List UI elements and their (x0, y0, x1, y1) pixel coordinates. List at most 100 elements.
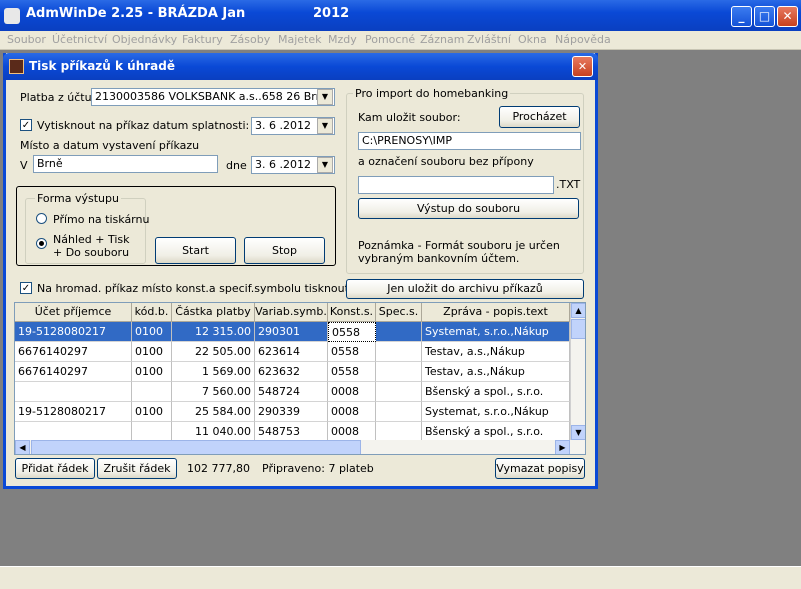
cell-ucet[interactable]: 19-5128080217 (15, 322, 132, 342)
cell-variab[interactable]: 548724 (255, 382, 328, 402)
cell-spec[interactable] (376, 362, 422, 382)
vytisknout-checkbox[interactable]: ✓ (20, 119, 32, 131)
minimize-icon[interactable]: _ (731, 6, 752, 27)
cell-castka[interactable]: 22 505.00 (172, 342, 255, 362)
menu-napoveda[interactable]: Nápověda (555, 33, 611, 46)
cell-konst[interactable]: 0558 (328, 322, 376, 342)
cell-kod[interactable]: 0100 (132, 362, 172, 382)
cell-variab[interactable]: 290339 (255, 402, 328, 422)
table-row[interactable]: 6676140297 0100 1 569.00 623632 0558 Tes… (15, 362, 570, 382)
menu-zvlastni[interactable]: Zvláštní (467, 33, 511, 46)
scroll-up-icon[interactable]: ▲ (571, 303, 585, 318)
archiv-button[interactable]: Jen uložit do archivu příkazů (346, 279, 584, 299)
cell-kod[interactable]: 0100 (132, 342, 172, 362)
menu-okna[interactable]: Okna (518, 33, 547, 46)
misto-label: Místo a datum vystavení příkazu (20, 139, 200, 152)
forma-title: Forma výstupu (35, 192, 121, 205)
hromad-checkbox[interactable]: ✓ (20, 282, 32, 294)
chevron-down-icon[interactable]: ▼ (317, 118, 333, 134)
menu-zaznam[interactable]: Záznam (420, 33, 464, 46)
path-input[interactable]: C:\PRENOSY\IMP (358, 132, 581, 150)
cell-spec[interactable] (376, 422, 422, 442)
cell-castka[interactable]: 25 584.00 (172, 402, 255, 422)
col-header-kod[interactable]: kód.b. (132, 303, 172, 322)
start-button[interactable]: Start (155, 237, 236, 264)
cell-zprava[interactable]: Bšenský a spol., s.r.o. (422, 422, 570, 442)
scroll-down-icon[interactable]: ▼ (571, 425, 585, 440)
cell-ucet[interactable]: 6676140297 (15, 362, 132, 382)
hscroll-thumb[interactable] (31, 440, 361, 454)
cell-konst[interactable]: 0558 (328, 342, 376, 362)
menu-faktury[interactable]: Faktury (182, 33, 223, 46)
col-header-castka[interactable]: Částka platby (172, 303, 255, 322)
col-header-konst[interactable]: Konst.s. (328, 303, 376, 322)
platba-account-select[interactable]: 2130003586 VOLKSBANK a.s..658 26 Brno (91, 88, 335, 106)
cell-spec[interactable] (376, 342, 422, 362)
cell-variab[interactable]: 290301 (255, 322, 328, 342)
cell-spec[interactable] (376, 402, 422, 422)
cell-castka[interactable]: 1 569.00 (172, 362, 255, 382)
stop-button[interactable]: Stop (244, 237, 325, 264)
cell-zprava[interactable]: Systemat, s.r.o.,Nákup (422, 322, 570, 342)
col-header-spec[interactable]: Spec.s. (376, 303, 422, 322)
scroll-left-icon[interactable]: ◀ (15, 440, 30, 454)
menu-pomocne[interactable]: Pomocné (365, 33, 415, 46)
cell-konst[interactable]: 0008 (328, 382, 376, 402)
close-icon[interactable]: ✕ (777, 6, 798, 27)
cell-ucet[interactable]: 19-5128080217 (15, 402, 132, 422)
radio-tiskarna[interactable] (36, 213, 47, 224)
dialog-close-icon[interactable]: ✕ (572, 56, 593, 77)
cell-zprava[interactable]: Systemat, s.r.o.,Nákup (422, 402, 570, 422)
cell-variab[interactable]: 548753 (255, 422, 328, 442)
cell-kod[interactable]: 0100 (132, 322, 172, 342)
col-header-ucet[interactable]: Účet příjemce (15, 303, 132, 322)
cell-zprava[interactable]: Bšenský a spol., s.r.o. (422, 382, 570, 402)
scroll-thumb[interactable] (571, 319, 585, 339)
menu-mzdy[interactable]: Mzdy (328, 33, 357, 46)
maximize-icon[interactable]: □ (754, 6, 775, 27)
filename-input[interactable] (358, 176, 554, 194)
radio-nahled[interactable] (36, 238, 47, 249)
pridat-radek-button[interactable]: Přidat řádek (15, 458, 95, 479)
table-row[interactable]: 7 560.00 548724 0008 Bšenský a spol., s.… (15, 382, 570, 402)
chevron-down-icon[interactable]: ▼ (317, 157, 333, 173)
cell-variab[interactable]: 623614 (255, 342, 328, 362)
cell-castka[interactable]: 12 315.00 (172, 322, 255, 342)
menu-majetek[interactable]: Majetek (278, 33, 322, 46)
cell-kod[interactable]: 0100 (132, 402, 172, 422)
cell-castka[interactable]: 7 560.00 (172, 382, 255, 402)
menu-ucetnictvi[interactable]: Účetnictví (52, 33, 107, 46)
cell-castka[interactable]: 11 040.00 (172, 422, 255, 442)
vymazat-popisy-button[interactable]: Vymazat popisy (495, 458, 585, 479)
table-row[interactable]: 11 040.00 548753 0008 Bšenský a spol., s… (15, 422, 570, 442)
scroll-right-icon[interactable]: ▶ (555, 440, 570, 454)
cell-konst[interactable]: 0008 (328, 402, 376, 422)
horizontal-scrollbar[interactable]: ◀ ▶ (15, 440, 585, 454)
col-header-zprava[interactable]: Zpráva - popis.text (422, 303, 570, 322)
cell-zprava[interactable]: Testav, a.s.,Nákup (422, 342, 570, 362)
cell-ucet[interactable] (15, 382, 132, 402)
cell-ucet[interactable]: 6676140297 (15, 342, 132, 362)
cell-spec[interactable] (376, 322, 422, 342)
cell-kod[interactable] (132, 382, 172, 402)
table-row[interactable]: 19-5128080217 0100 25 584.00 290339 0008… (15, 402, 570, 422)
table-row[interactable]: 19-5128080217 0100 12 315.00 290301 0558… (15, 322, 570, 342)
cell-spec[interactable] (376, 382, 422, 402)
cell-konst[interactable]: 0008 (328, 422, 376, 442)
cell-zprava[interactable]: Testav, a.s.,Nákup (422, 362, 570, 382)
vertical-scrollbar[interactable]: ▲ ▼ (570, 303, 585, 440)
col-header-variab[interactable]: Variab.symb. (255, 303, 328, 322)
misto-input[interactable]: Brně (33, 155, 218, 173)
menu-soubor[interactable]: Soubor (7, 33, 46, 46)
cell-konst[interactable]: 0558 (328, 362, 376, 382)
vystup-do-souboru-button[interactable]: Výstup do souboru (358, 198, 579, 219)
cell-variab[interactable]: 623632 (255, 362, 328, 382)
chevron-down-icon[interactable]: ▼ (317, 89, 333, 105)
zrusit-radek-button[interactable]: Zrušit řádek (97, 458, 177, 479)
table-row[interactable]: 6676140297 0100 22 505.00 623614 0558 Te… (15, 342, 570, 362)
prochazet-button[interactable]: Procházet (499, 106, 580, 128)
menu-zasoby[interactable]: Zásoby (230, 33, 270, 46)
menu-objednavky[interactable]: Objednávky (112, 33, 177, 46)
cell-kod[interactable] (132, 422, 172, 442)
cell-ucet[interactable] (15, 422, 132, 442)
